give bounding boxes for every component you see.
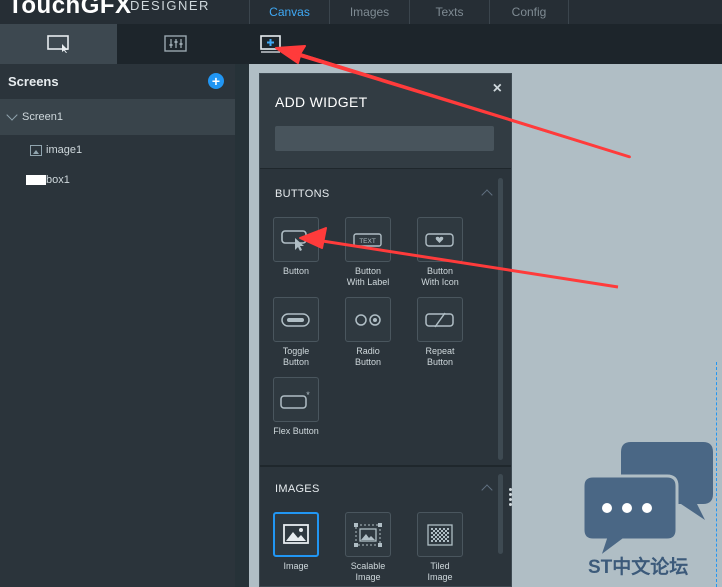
widget-label: Toggle Button [282, 346, 310, 367]
tab-canvas[interactable]: Canvas [249, 0, 329, 24]
toggle-button-icon [281, 312, 310, 327]
title-bar: TouchGFX DESIGNER Canvas Images Texts Co… [0, 0, 722, 24]
app-logo: TouchGFX [8, 0, 132, 19]
widget-scalable-image[interactable]: Scalable Image [332, 512, 404, 582]
canvas-select-icon [46, 35, 69, 53]
svg-text:*: * [306, 390, 310, 400]
screens-title: Screens [8, 73, 59, 89]
tree-item-label: Screen1 [22, 111, 63, 123]
scalable-image-icon [354, 522, 382, 547]
button-with-label-icon: TEXT [353, 232, 382, 247]
widget-tile [417, 217, 463, 262]
button-with-icon-icon [425, 232, 454, 247]
widget-label: Button With Label [346, 266, 390, 287]
widget-flex-button[interactable]: * Flex Button [260, 377, 332, 437]
close-icon[interactable]: × [493, 80, 502, 98]
widget-label: Button [282, 266, 310, 276]
widget-label: Scalable Image [350, 561, 386, 582]
widget-toggle-button[interactable]: Toggle Button [260, 297, 332, 367]
chevron-up-icon[interactable] [481, 189, 493, 201]
widget-button[interactable]: Button [260, 217, 332, 277]
flex-button-icon: * [280, 390, 310, 409]
button-icon [281, 229, 307, 251]
chevron-up-icon[interactable] [481, 484, 493, 496]
main-tabs: Canvas Images Texts Config [249, 0, 569, 24]
widget-tile [345, 512, 391, 557]
widget-tile: TEXT [345, 217, 391, 262]
image-icon [283, 523, 309, 544]
panel-title: ADD WIDGET [275, 94, 368, 110]
radio-button-icon [355, 313, 381, 326]
widget-tiled-image[interactable]: Tiled Image [404, 512, 476, 582]
chevron-down-icon[interactable] [6, 109, 18, 121]
tiled-image-icon [427, 523, 453, 546]
tree-item-box1[interactable]: box1 [0, 165, 235, 195]
widget-tile [273, 297, 319, 342]
tree-item-label: box1 [46, 174, 70, 186]
tab-config[interactable]: Config [489, 0, 569, 24]
properties-icon [163, 35, 187, 52]
widget-search-input[interactable] [275, 126, 494, 151]
screens-header: Screens + [0, 64, 235, 98]
widget-tile [273, 512, 319, 557]
widget-label: Button With Icon [421, 266, 459, 287]
widget-label: Flex Button [273, 426, 319, 436]
scrollbar-buttons[interactable] [498, 178, 503, 460]
add-widget-panel: ADD WIDGET × BUTTONS Button TEXT Button … [259, 73, 512, 587]
add-screen-button[interactable]: + [208, 73, 224, 89]
add-widget-tool-button[interactable] [256, 24, 286, 64]
canvas-tool-button[interactable] [0, 24, 117, 64]
widget-repeat-button[interactable]: Repeat Button [404, 297, 476, 367]
panel-divider [235, 64, 249, 587]
scrollbar-images[interactable] [498, 474, 503, 554]
section-title-buttons: BUTTONS [275, 188, 330, 200]
screen-outline [716, 362, 722, 587]
widget-radio-button[interactable]: Radio Button [332, 297, 404, 367]
image-thumbnail-icon [30, 144, 42, 156]
widget-button-with-icon[interactable]: Button With Icon [404, 217, 476, 287]
tree-item-image1[interactable]: image1 [0, 135, 235, 165]
panel-resize-handle[interactable] [509, 488, 513, 510]
widget-label: Radio Button [354, 346, 382, 367]
widget-label: Image [283, 561, 309, 571]
toolbar [0, 24, 722, 64]
tile-text: TEXT [359, 238, 376, 245]
widget-tile [417, 512, 463, 557]
widget-tile [345, 297, 391, 342]
repeat-button-icon [425, 312, 454, 327]
app-window: TouchGFX DESIGNER Canvas Images Texts Co… [0, 0, 722, 587]
tree-item-screen1[interactable]: Screen1 [0, 99, 235, 135]
widget-tile: * [273, 377, 319, 422]
properties-tool-button[interactable] [117, 24, 234, 64]
add-widget-header: ADD WIDGET × [260, 74, 511, 169]
section-title-images: IMAGES [275, 483, 320, 495]
widget-button-with-label[interactable]: TEXT Button With Label [332, 217, 404, 287]
tree-item-label: image1 [46, 144, 83, 156]
widget-tile [273, 217, 319, 262]
box-thumbnail-icon [26, 175, 46, 185]
widget-label: Repeat Button [425, 346, 455, 367]
tab-images[interactable]: Images [329, 0, 409, 24]
widget-image[interactable]: Image [260, 512, 332, 572]
screens-panel: Screens + Screen1 image1 box1 [0, 64, 235, 587]
add-widget-icon [260, 35, 281, 53]
app-logo-subtitle: DESIGNER [130, 0, 210, 13]
tab-texts[interactable]: Texts [409, 0, 489, 24]
watermark-text: ST中文论坛 [588, 557, 689, 578]
widget-label: Tiled Image [427, 561, 453, 582]
section-divider [260, 465, 511, 467]
widget-tile [417, 297, 463, 342]
